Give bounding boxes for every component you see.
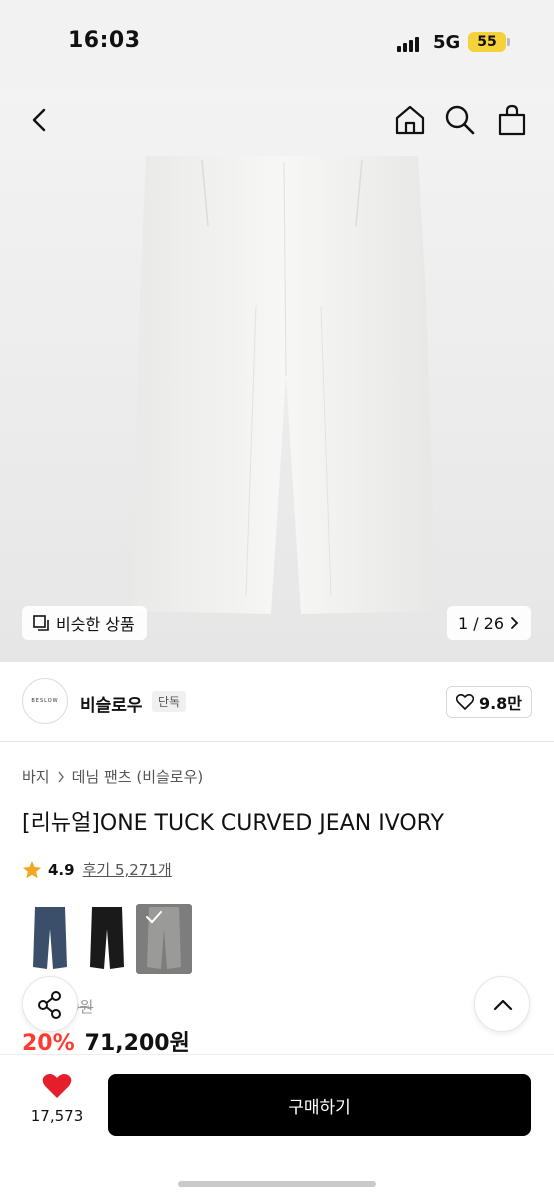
breadcrumb-category[interactable]: 바지 bbox=[22, 766, 50, 787]
product-image-gallery[interactable]: 비슷한 상품 1 / 26 bbox=[0, 86, 554, 662]
product-pants-image bbox=[132, 156, 436, 614]
home-indicator bbox=[178, 1181, 376, 1187]
chevron-up-icon bbox=[493, 999, 513, 1011]
product-title: [리뉴얼]ONE TUCK CURVED JEAN IVORY bbox=[22, 811, 444, 836]
home-button[interactable] bbox=[392, 102, 428, 138]
network-label: 5G bbox=[433, 32, 461, 53]
exclusive-badge: 단독 bbox=[152, 691, 187, 712]
brand-name[interactable]: 비슬로우 bbox=[80, 691, 143, 716]
battery-icon: 55 bbox=[468, 32, 506, 52]
home-icon bbox=[395, 105, 425, 135]
image-counter-text: 1 / 26 bbox=[457, 613, 505, 633]
wishlist-count: 17,573 bbox=[30, 1107, 84, 1125]
color-swatches bbox=[22, 904, 193, 974]
bottom-action-bar: 17,573 구매하기 bbox=[0, 1054, 554, 1200]
brand-logo[interactable]: BESLOW bbox=[22, 678, 68, 724]
heart-outline-icon bbox=[455, 694, 474, 710]
brand-row: BESLOW 비슬로우 단독 9.8만 bbox=[0, 662, 554, 742]
rating-score: 4.9 bbox=[48, 860, 75, 879]
swatch-navy[interactable] bbox=[22, 904, 78, 974]
similar-items-icon bbox=[33, 615, 49, 631]
chevron-right-icon bbox=[58, 771, 64, 782]
similar-products-label: 비슷한 상품 bbox=[56, 615, 135, 634]
battery-tip bbox=[507, 38, 510, 46]
wishlist-button[interactable]: 17,573 bbox=[24, 1073, 90, 1125]
brand-like-button[interactable]: 9.8만 bbox=[446, 686, 532, 718]
search-button[interactable] bbox=[442, 102, 478, 138]
rating-row: 4.9 후기 5,271개 bbox=[22, 859, 172, 880]
status-bar: 16:03 5G 55 bbox=[0, 0, 554, 86]
swatch-black[interactable] bbox=[79, 904, 135, 974]
reviews-link[interactable]: 후기 5,271개 bbox=[83, 859, 172, 880]
heart-filled-icon bbox=[42, 1074, 72, 1098]
search-icon bbox=[445, 105, 475, 135]
brand-likes-count: 9.8만 bbox=[478, 694, 523, 713]
breadcrumb: 바지 데님 팬츠 (비슬로우) bbox=[22, 766, 203, 787]
chevron-right-icon bbox=[511, 617, 519, 629]
signal-icon bbox=[397, 36, 421, 52]
back-button[interactable] bbox=[22, 102, 58, 138]
chevron-left-icon bbox=[32, 108, 46, 132]
image-counter[interactable]: 1 / 26 bbox=[447, 606, 531, 640]
sale-price: 71,200원 bbox=[84, 1031, 190, 1056]
shopping-bag-icon bbox=[498, 104, 526, 136]
swatch-ivory[interactable] bbox=[136, 904, 192, 974]
status-time: 16:03 bbox=[68, 28, 141, 53]
cart-button[interactable] bbox=[494, 102, 530, 138]
breadcrumb-subcategory[interactable]: 데님 팬츠 (비슬로우) bbox=[72, 766, 204, 787]
buy-button[interactable]: 구매하기 bbox=[108, 1074, 531, 1136]
scroll-top-button[interactable] bbox=[474, 976, 530, 1032]
check-icon bbox=[146, 911, 162, 924]
price-row: 20% 71,200원 bbox=[22, 1025, 190, 1057]
discount-rate: 20% bbox=[22, 1031, 75, 1056]
star-icon bbox=[23, 860, 41, 878]
share-button[interactable] bbox=[22, 976, 78, 1032]
similar-products-button[interactable]: 비슷한 상품 bbox=[22, 606, 147, 640]
